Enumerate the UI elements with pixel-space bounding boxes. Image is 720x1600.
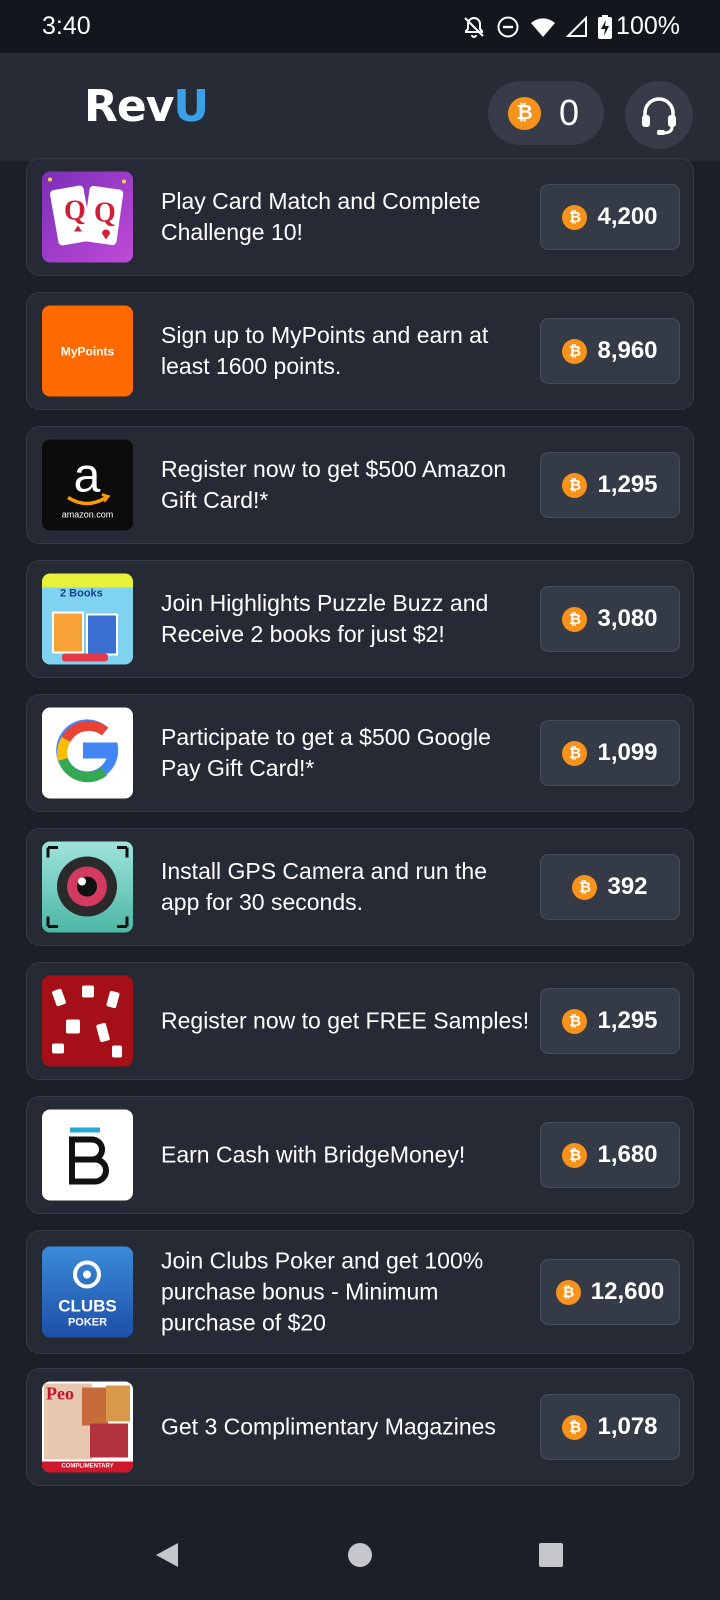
mypoints-logo-text: MyPoints (60, 344, 115, 358)
coin-icon: ₿ (562, 472, 588, 498)
amazon-icon: a amazon.com (42, 439, 133, 531)
reward-value: 12,600 (590, 1278, 665, 1305)
reward-value: 392 (607, 873, 648, 900)
reward-value: 1,295 (597, 471, 658, 498)
offer-card[interactable]: Install GPS Camera and run the app for 3… (26, 828, 694, 946)
coin-icon: ₿ (562, 606, 588, 632)
reward-button[interactable]: ₿ 1,680 (540, 1122, 680, 1188)
coin-icon: ₿ (508, 96, 541, 130)
offer-title: Join Clubs Poker and get 100% purchase b… (161, 1247, 484, 1336)
home-button[interactable] (346, 1540, 374, 1575)
home-icon (348, 1543, 372, 1567)
clubs-poker-icon: CLUBS POKER (42, 1246, 133, 1338)
offer-card[interactable]: Earn Cash with BridgeMoney! ₿ 1,680 (26, 1096, 694, 1214)
offer-card[interactable]: Register now to get FREE Samples! ₿ 1,29… (26, 962, 694, 1080)
amazon-logo-text: amazon.com (61, 509, 114, 520)
reward-value: 1,099 (597, 739, 658, 766)
gps-camera-icon (42, 841, 133, 933)
reward-value: 4,200 (597, 203, 658, 230)
offer-card[interactable]: a amazon.com Register now to get $500 Am… (26, 426, 694, 544)
offer-title: Get 3 Complimentary Magazines (161, 1413, 496, 1440)
battery-percent: 100% (616, 12, 680, 40)
do-not-disturb-icon (497, 16, 519, 37)
system-nav-bar (0, 1510, 720, 1600)
offer-card[interactable]: 2 Books Join Highlights Puzzle Buzz and … (26, 560, 694, 678)
headset-icon (642, 97, 676, 135)
offer-card[interactable]: Peo COMPLIMENTARY Get 3 Complimentary Ma… (26, 1368, 694, 1486)
offer-title: Install GPS Camera and run the app for 3… (161, 858, 487, 915)
coin-icon: ₿ (572, 874, 598, 900)
svg-text:Q: Q (64, 196, 86, 227)
offer-title: Sign up to MyPoints and earn at least 16… (161, 322, 489, 379)
offer-title: Register now to get $500 Amazon Gift Car… (161, 456, 507, 513)
card-match-icon: Q Q (42, 171, 133, 263)
signal-icon (566, 15, 588, 37)
back-button[interactable] (152, 1540, 182, 1575)
status-icons: 100% (462, 12, 680, 41)
logo-text-accent: U (173, 81, 209, 132)
logo-text-main: Rev (84, 81, 174, 132)
reward-value: 3,080 (597, 605, 658, 632)
recents-icon (539, 1543, 563, 1567)
clubs-poker-text: CLUBS (58, 1296, 117, 1316)
reward-button[interactable]: ₿ 392 (540, 854, 680, 920)
status-bar: 3:40 100% (0, 0, 720, 53)
coin-icon: ₿ (555, 1279, 581, 1305)
offer-title: Earn Cash with BridgeMoney! (161, 1141, 466, 1168)
google-icon (42, 707, 133, 799)
coin-balance: 0 (559, 92, 580, 133)
reward-button[interactable]: ₿ 1,099 (540, 720, 680, 786)
offer-title: Register now to get FREE Samples! (161, 1007, 530, 1034)
reward-button[interactable]: ₿ 8,960 (540, 318, 680, 384)
support-button[interactable] (625, 81, 693, 149)
reward-button[interactable]: ₿ 1,295 (540, 452, 680, 518)
reward-value: 1,078 (597, 1413, 658, 1440)
svg-text:Q: Q (94, 198, 116, 229)
battery-charging-icon (598, 14, 613, 39)
reward-value: 8,960 (597, 337, 658, 364)
reward-button[interactable]: ₿ 4,200 (540, 184, 680, 250)
mypoints-icon: MyPoints (42, 305, 133, 397)
magazines-icon: Peo COMPLIMENTARY (42, 1381, 133, 1473)
recents-button[interactable] (537, 1540, 565, 1575)
offer-title: Join Highlights Puzzle Buzz and Receive … (161, 590, 489, 647)
bridgemoney-icon (42, 1109, 133, 1201)
back-icon (156, 1543, 178, 1567)
reward-button[interactable]: ₿ 1,078 (540, 1394, 680, 1460)
bell-off-icon (464, 16, 484, 38)
revu-logo[interactable]: Rev U (84, 81, 209, 132)
reward-value: 1,295 (597, 1007, 658, 1034)
offer-card[interactable]: Q Q Play Card Match and Complete Challen… (26, 158, 694, 276)
offer-title: Play Card Match and Complete Challenge 1… (161, 188, 481, 245)
svg-text:Peo: Peo (46, 1384, 74, 1404)
wifi-icon (531, 17, 556, 37)
coin-balance-pill[interactable]: ₿ 0 (488, 81, 604, 145)
reward-value: 1,680 (597, 1141, 658, 1168)
coin-icon: ₿ (562, 740, 588, 766)
puzzle-buzz-icon: 2 Books (42, 573, 133, 665)
free-samples-icon (42, 975, 133, 1067)
puzzle-buzz-text: 2 Books (60, 587, 103, 600)
offer-card[interactable]: MyPoints Sign up to MyPoints and earn at… (26, 292, 694, 410)
reward-button[interactable]: ₿ 3,080 (540, 586, 680, 652)
reward-button[interactable]: ₿ 12,600 (540, 1259, 680, 1325)
status-time: 3:40 (42, 12, 91, 40)
coin-icon: ₿ (562, 1142, 588, 1168)
coin-icon: ₿ (562, 338, 588, 364)
coin-icon: ₿ (562, 204, 588, 230)
svg-text:a: a (74, 450, 101, 503)
magazines-banner: COMPLIMENTARY (42, 1461, 133, 1473)
offer-card[interactable]: CLUBS POKER Join Clubs Poker and get 100… (26, 1230, 694, 1354)
coin-icon: ₿ (562, 1414, 588, 1440)
coin-icon: ₿ (562, 1008, 588, 1034)
reward-button[interactable]: ₿ 1,295 (540, 988, 680, 1054)
app-header: Rev U ₿ 0 (0, 53, 720, 161)
clubs-poker-subtext: POKER (67, 1316, 108, 1329)
offer-title: Participate to get a $500 Google Pay Gif… (161, 724, 491, 781)
offer-card[interactable]: Participate to get a $500 Google Pay Gif… (26, 694, 694, 812)
